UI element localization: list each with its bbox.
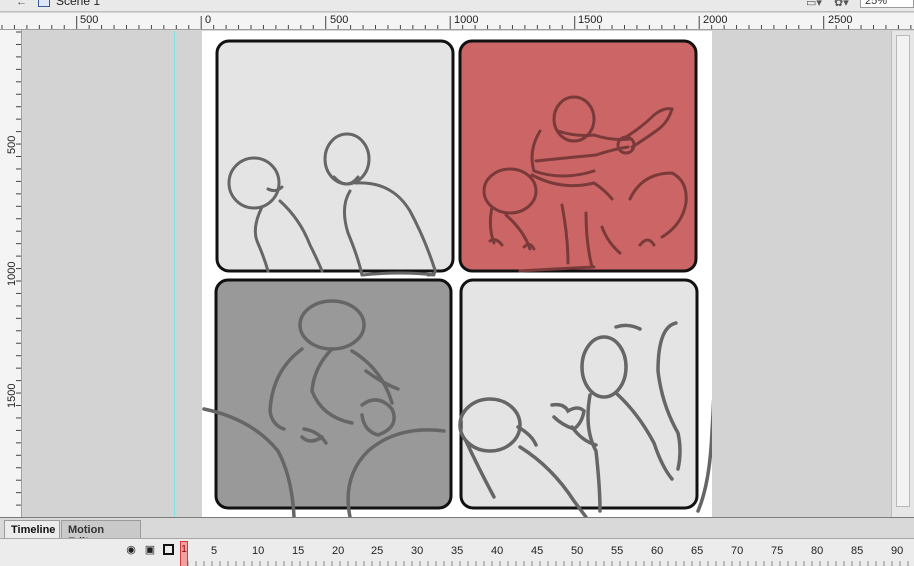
ruler-label: 500	[330, 14, 349, 26]
frame-number: 40	[491, 545, 504, 557]
flash-workspace: ← Scene 1 ▭▾ ✿▾ 25% 500 0 500 1000 1500 …	[0, 0, 914, 566]
frame-number: 85	[851, 545, 864, 557]
scrollbar-thumb[interactable]	[896, 35, 910, 507]
frame-number: 60	[651, 545, 664, 557]
tab-timeline[interactable]: Timeline	[4, 520, 60, 538]
panel-top-left[interactable]	[215, 39, 455, 273]
frame-number: 35	[451, 545, 464, 557]
panel-bottom-left[interactable]	[214, 278, 453, 510]
ruler-label: 1500	[6, 383, 18, 408]
frame-number: 15	[292, 545, 305, 557]
frame-number: 50	[571, 545, 584, 557]
ruler-label: 1500	[578, 14, 603, 26]
playhead[interactable]: 1	[180, 541, 188, 566]
edit-symbols-icon[interactable]: ▭▾	[806, 0, 822, 9]
ruler-label: 500	[6, 135, 18, 154]
zoom-field[interactable]: 25%	[860, 0, 914, 8]
frame-number: 70	[731, 545, 744, 557]
tab-motion-editor[interactable]: Motion Editor	[61, 520, 141, 548]
frame-number: 75	[771, 545, 784, 557]
eye-icon[interactable]: ◉	[124, 543, 138, 557]
ruler-label: 1000	[6, 261, 18, 286]
stage-canvas[interactable]	[202, 31, 712, 517]
frame-number: 80	[811, 545, 824, 557]
horizontal-ruler: 500 0 500 1000 1500 2000 2500	[0, 13, 914, 30]
frame-number: 5	[211, 545, 218, 557]
frame-number: 10	[252, 545, 265, 557]
frame-number: 30	[411, 545, 424, 557]
frame-number: 20	[332, 545, 345, 557]
ruler-label: 2500	[828, 14, 853, 26]
frame-number: 25	[371, 545, 384, 557]
vertical-scrollbar[interactable]	[891, 31, 914, 517]
edit-bar: ← Scene 1 ▭▾ ✿▾ 25%	[0, 0, 914, 12]
guide-line[interactable]	[174, 31, 175, 517]
back-arrow-icon[interactable]: ←	[16, 0, 27, 8]
timeline-panel: Timeline Motion Editor ◉ ▣ 1 5 10 15 20 …	[0, 517, 914, 566]
ruler-label: 1000	[454, 14, 479, 26]
frame-header: ◉ ▣ 1 5 10 15 20 25 30 35 40 45 50 55 60…	[0, 538, 914, 566]
storyboard-sketch	[202, 39, 712, 517]
frame-number: 45	[531, 545, 544, 557]
ruler-label: 0	[205, 14, 212, 26]
lock-icon[interactable]: ▣	[143, 543, 157, 557]
frame-number: 55	[611, 545, 624, 557]
edit-scene-icon[interactable]: ✿▾	[834, 0, 849, 9]
vertical-ruler: 500 1000 1500	[0, 30, 22, 518]
scene-icon	[38, 0, 50, 7]
outline-icon[interactable]	[163, 544, 174, 555]
ruler-label: 500	[80, 14, 99, 26]
scene-label[interactable]: Scene 1	[56, 0, 100, 8]
ruler-label: 2000	[703, 14, 728, 26]
frame-ticks	[188, 561, 909, 566]
frame-number: 90	[891, 545, 904, 557]
frame-number: 65	[691, 545, 704, 557]
